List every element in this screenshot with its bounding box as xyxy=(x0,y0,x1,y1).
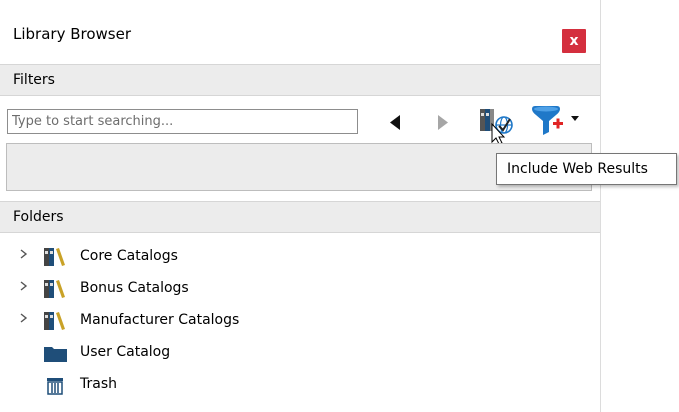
filter-dropdown-button[interactable] xyxy=(529,104,589,138)
chevron-right-icon[interactable] xyxy=(17,247,31,261)
folder-icon xyxy=(44,347,67,362)
tree-item-bonus-catalogs[interactable]: Bonus Catalogs xyxy=(0,273,590,303)
folders-header: Folders xyxy=(0,201,600,233)
tree-item-core-catalogs[interactable]: Core Catalogs xyxy=(0,241,590,271)
include-web-results-tooltip: Include Web Results xyxy=(496,153,677,185)
catalog-books-icon xyxy=(44,248,65,266)
chevron-right-icon[interactable] xyxy=(17,279,31,293)
chevron-right-icon[interactable] xyxy=(17,311,31,325)
tree-item-manufacturer-catalogs[interactable]: Manufacturer Catalogs xyxy=(0,305,590,335)
tree-item-user-catalog[interactable]: User Catalog xyxy=(0,337,590,367)
triangle-right-icon xyxy=(438,115,448,130)
title-bar: Library Browser x xyxy=(0,0,600,64)
filters-header: Filters xyxy=(0,64,600,96)
catalog-books-icon xyxy=(44,312,65,330)
tree-item-label: Core Catalogs xyxy=(80,248,178,264)
window-title: Library Browser xyxy=(13,25,132,43)
tree-item-label: Bonus Catalogs xyxy=(80,280,189,296)
close-button[interactable]: x xyxy=(562,29,586,53)
chevron-down-icon xyxy=(571,116,579,121)
filter-add-icon xyxy=(532,106,579,135)
forward-button[interactable] xyxy=(430,109,456,135)
back-button[interactable] xyxy=(382,109,408,135)
include-web-results-button[interactable] xyxy=(477,104,517,145)
tooltip-text: Include Web Results xyxy=(507,161,648,177)
tree-item-label: User Catalog xyxy=(80,344,171,360)
catalog-books-icon xyxy=(44,280,65,298)
tree-item-trash[interactable]: Trash xyxy=(0,369,590,399)
folders-header-label: Folders xyxy=(13,209,64,225)
trash-icon xyxy=(47,378,63,395)
triangle-left-icon xyxy=(390,115,400,130)
search-input[interactable] xyxy=(7,109,358,134)
tree-item-label: Trash xyxy=(80,376,117,392)
tree-item-label: Manufacturer Catalogs xyxy=(80,312,240,328)
library-web-results-icon xyxy=(480,109,513,145)
filters-header-label: Filters xyxy=(13,72,55,88)
library-browser-panel: Library Browser x Filters Type to start … xyxy=(0,0,601,412)
